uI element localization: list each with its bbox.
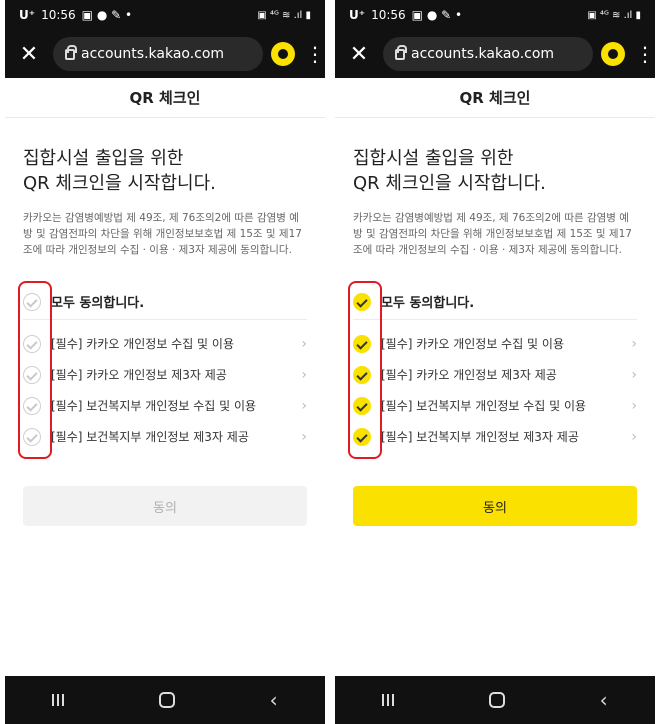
consent-item-kakao-collection[interactable]: [필수] 카카오 개인정보 수집 및 이용 › <box>353 328 637 359</box>
consent-item-label: [필수] 카카오 개인정보 제3자 제공 <box>51 368 227 382</box>
agree-all-label: 모두 동의합니다. <box>381 296 475 311</box>
consent-description: 카카오는 감염병예방법 제 49조, 제 76조의2에 따른 감염병 예방 및 … <box>353 212 632 256</box>
page-title: QR 체크인 <box>5 78 325 118</box>
recent-apps-icon[interactable] <box>52 694 65 706</box>
back-icon[interactable]: ‹ <box>600 688 608 712</box>
agree-all-label: 모두 동의합니다. <box>51 296 145 311</box>
chevron-right-icon[interactable]: › <box>625 367 637 383</box>
highlight-box <box>348 281 382 459</box>
chevron-right-icon[interactable]: › <box>295 429 307 445</box>
lock-icon <box>395 44 407 60</box>
close-icon[interactable]: ✕ <box>15 42 43 67</box>
browser-toolbar: ✕ accounts.kakao.com ⋮ <box>335 30 655 78</box>
browser-toolbar: ✕ accounts.kakao.com ⋮ <box>5 30 325 78</box>
consent-item-label: [필수] 카카오 개인정보 제3자 제공 <box>381 368 557 382</box>
consent-item-kakao-third-party[interactable]: [필수] 카카오 개인정보 제3자 제공 › <box>23 359 307 390</box>
highlight-box <box>18 281 52 459</box>
carrier-label: U⁺ <box>349 8 366 22</box>
agree-all-checkbox[interactable]: 모두 동의합니다. <box>23 284 307 320</box>
headline: 집합시설 출입을 위한 QR 체크인을 시작합니다. <box>23 146 307 196</box>
agree-all-checkbox[interactable]: 모두 동의합니다. <box>353 284 637 320</box>
status-time: 10:56 <box>41 8 76 22</box>
more-menu-icon[interactable]: ⋮ <box>635 42 655 66</box>
back-icon[interactable]: ‹ <box>270 688 278 712</box>
chevron-right-icon[interactable]: › <box>295 336 307 352</box>
chevron-right-icon[interactable]: › <box>295 367 307 383</box>
consent-item-mohw-third-party[interactable]: [필수] 보건복지부 개인정보 제3자 제공 › <box>353 421 637 452</box>
consent-item-mohw-third-party[interactable]: [필수] 보건복지부 개인정보 제3자 제공 › <box>23 421 307 452</box>
notification-icons: ▣ ● ✎ • <box>411 8 463 22</box>
consent-item-label: [필수] 보건복지부 개인정보 제3자 제공 <box>381 430 579 444</box>
headline-line-2: QR 체크인을 시작합니다. <box>23 173 216 194</box>
status-bar: U⁺ 10:56 ▣ ● ✎ • ▣ ⁴ᴳ ≋ .ıl ▮ <box>5 0 325 30</box>
headline-line-2: QR 체크인을 시작합니다. <box>353 173 546 194</box>
chevron-right-icon[interactable]: › <box>625 429 637 445</box>
consent-item-kakao-collection[interactable]: [필수] 카카오 개인정보 수집 및 이용 › <box>23 328 307 359</box>
android-nav-bar: ‹ <box>5 676 325 724</box>
system-icons: ▣ ⁴ᴳ ≋ .ıl ▮ <box>257 9 311 21</box>
more-menu-icon[interactable]: ⋮ <box>305 42 325 66</box>
status-bar: U⁺ 10:56 ▣ ● ✎ • ▣ ⁴ᴳ ≋ .ıl ▮ <box>335 0 655 30</box>
url-text: accounts.kakao.com <box>411 46 555 62</box>
headline-line-1: 집합시설 출입을 위한 <box>353 148 514 169</box>
kakao-icon[interactable] <box>601 42 625 66</box>
url-text: accounts.kakao.com <box>81 46 225 62</box>
android-nav-bar: ‹ <box>335 676 655 724</box>
carrier-label: U⁺ <box>19 8 36 22</box>
status-time: 10:56 <box>371 8 406 22</box>
home-icon[interactable] <box>488 692 505 708</box>
headline-line-1: 집합시설 출입을 위한 <box>23 148 184 169</box>
consent-item-label: [필수] 카카오 개인정보 수집 및 이용 <box>51 337 234 351</box>
address-bar[interactable]: accounts.kakao.com <box>383 37 593 71</box>
agree-button[interactable]: 동의 <box>353 486 637 526</box>
chevron-right-icon[interactable]: › <box>625 336 637 352</box>
kakao-icon[interactable] <box>271 42 295 66</box>
consent-item-label: [필수] 보건복지부 개인정보 수집 및 이용 <box>381 399 587 413</box>
consent-item-kakao-third-party[interactable]: [필수] 카카오 개인정보 제3자 제공 › <box>353 359 637 390</box>
consent-item-mohw-collection[interactable]: [필수] 보건복지부 개인정보 수집 및 이용 › <box>353 390 637 421</box>
screen-before: U⁺ 10:56 ▣ ● ✎ • ▣ ⁴ᴳ ≋ .ıl ▮ ✕ accounts… <box>5 0 325 724</box>
page-title: QR 체크인 <box>335 78 655 118</box>
consent-item-label: [필수] 보건복지부 개인정보 수집 및 이용 <box>51 399 257 413</box>
headline: 집합시설 출입을 위한 QR 체크인을 시작합니다. <box>353 146 637 196</box>
consent-description: 카카오는 감염병예방법 제 49조, 제 76조의2에 따른 감염병 예방 및 … <box>23 212 302 256</box>
lock-icon <box>65 44 77 60</box>
recent-apps-icon[interactable] <box>382 694 395 706</box>
notification-icons: ▣ ● ✎ • <box>81 8 133 22</box>
home-icon[interactable] <box>158 692 175 708</box>
chevron-right-icon[interactable]: › <box>295 398 307 414</box>
system-icons: ▣ ⁴ᴳ ≋ .ıl ▮ <box>587 9 641 21</box>
address-bar[interactable]: accounts.kakao.com <box>53 37 263 71</box>
screen-after: U⁺ 10:56 ▣ ● ✎ • ▣ ⁴ᴳ ≋ .ıl ▮ ✕ accounts… <box>335 0 655 724</box>
agree-button[interactable]: 동의 <box>23 486 307 526</box>
consent-item-label: [필수] 카카오 개인정보 수집 및 이용 <box>381 337 564 351</box>
consent-item-mohw-collection[interactable]: [필수] 보건복지부 개인정보 수집 및 이용 › <box>23 390 307 421</box>
close-icon[interactable]: ✕ <box>345 42 373 67</box>
chevron-right-icon[interactable]: › <box>625 398 637 414</box>
consent-item-label: [필수] 보건복지부 개인정보 제3자 제공 <box>51 430 249 444</box>
